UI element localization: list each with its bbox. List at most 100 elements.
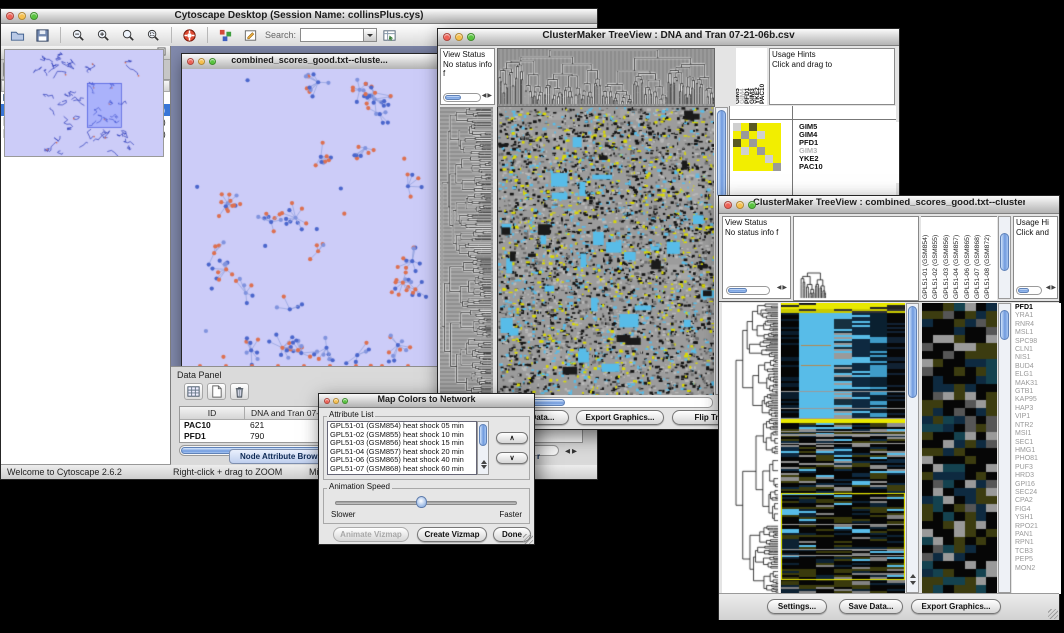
hscrollbar[interactable] [726, 286, 770, 295]
network-tree-area[interactable] [1, 140, 170, 465]
scrollbar-arrows[interactable]: ◀▶ [482, 92, 493, 102]
minimize-icon[interactable] [736, 201, 744, 209]
zoom-vscroll[interactable] [998, 303, 1011, 593]
close-icon[interactable] [187, 58, 194, 65]
delete-icon[interactable] [230, 383, 249, 400]
scrollbar-thumb[interactable] [908, 306, 917, 398]
edge-attribute-browser-tab-fragment[interactable]: r [537, 452, 540, 461]
gene-label: YRA1 [1015, 312, 1061, 320]
open-session-button[interactable] [5, 25, 30, 45]
zoom-window-icon[interactable] [748, 201, 756, 209]
minimize-icon[interactable] [18, 12, 26, 20]
create-vizmap-button[interactable]: Create Vizmap [417, 527, 487, 542]
column-label: GPL51-07 (GSM868) [973, 217, 983, 299]
scrollbar-arrows[interactable]: ◀▶ [777, 284, 788, 294]
treeview1-titlebar[interactable]: ClusterMaker TreeView : DNA and Tran 07-… [438, 29, 899, 46]
scrollbar-thumb[interactable] [1000, 310, 1009, 340]
attribute-list-item[interactable]: GPL51-07 (GSM868) heat shock 60 min [330, 465, 476, 474]
resize-grip[interactable] [1048, 609, 1058, 619]
gene-label: PHO81 [1015, 455, 1061, 463]
network-view-window-1[interactable]: combined_scores_good.txt--cluste... [181, 53, 438, 375]
speed-slider-thumb[interactable] [416, 496, 427, 508]
scrollbar-arrows[interactable]: ◀▶ [1046, 284, 1057, 294]
gene-label: NIS1 [1015, 354, 1061, 362]
heatmap[interactable] [781, 303, 905, 593]
view-status-title: View Status [725, 218, 788, 228]
zoom-heatmap[interactable] [922, 303, 997, 593]
list-vscrollbar[interactable] [477, 421, 489, 475]
help-lifebuoy-button[interactable] [177, 25, 202, 45]
heatmap[interactable] [497, 107, 714, 395]
close-icon[interactable] [324, 398, 330, 404]
attribute-listbox[interactable]: GPL51-01 (GSM854) heat shock 05 minGPL51… [327, 421, 477, 475]
vizmap-button[interactable] [213, 25, 238, 45]
hscrollbar[interactable] [443, 93, 481, 102]
top-vscrollbar[interactable] [998, 216, 1011, 299]
usage-hints-text: Click and drag to [772, 60, 892, 70]
table-icon[interactable] [184, 383, 203, 400]
matrix-cell [757, 131, 765, 139]
gene-label: YSH1 [1015, 514, 1061, 522]
close-icon[interactable] [6, 12, 14, 20]
dialog-content: Attribute List GPL51-01 (GSM854) heat sh… [319, 408, 534, 545]
minimize-icon[interactable] [198, 58, 205, 65]
zoom-window-icon[interactable] [209, 58, 216, 65]
gene-label: KAP95 [1015, 396, 1061, 404]
gene-label: CLN1 [1015, 346, 1061, 354]
matrix-cell [765, 155, 773, 163]
column-dendrogram[interactable] [497, 48, 715, 107]
export-graphics-button[interactable]: Export Graphics... [576, 410, 664, 425]
treeview2-titlebar[interactable]: ClusterMaker TreeView : combined_scores_… [719, 196, 1059, 214]
export-graphics-button[interactable]: Export Graphics... [911, 599, 1001, 614]
column-header-id[interactable]: ID [180, 407, 245, 419]
dialog-titlebar[interactable]: Map Colors to Network [319, 394, 534, 408]
treeview2-footer: Settings... Save Data... Export Graphics… [719, 593, 1059, 620]
network-overview-thumbnail[interactable] [4, 49, 164, 157]
scrollbar-thumb[interactable] [479, 424, 487, 446]
zoom-in-button[interactable] [91, 25, 116, 45]
settings-button[interactable]: Settings... [767, 599, 827, 614]
scrollbar-thumb[interactable] [717, 110, 726, 198]
zoom-out-button[interactable] [66, 25, 91, 45]
minimize-icon[interactable] [455, 33, 463, 41]
scroll-up-icon[interactable] [910, 571, 916, 578]
similarity-matrix[interactable] [733, 123, 781, 171]
matrix-cell [773, 131, 781, 139]
import-table-button[interactable] [377, 25, 402, 45]
annotation-button[interactable] [238, 25, 263, 45]
zoom-fit-button[interactable] [116, 25, 141, 45]
save-data-button[interactable]: Save Data... [839, 599, 903, 614]
matrix-cell [757, 163, 765, 171]
zoom-window-icon[interactable] [342, 398, 348, 404]
row-dendrogram[interactable] [722, 303, 780, 593]
row-dendrogram[interactable] [440, 107, 493, 395]
animate-vizmap-button[interactable]: Animate Vizmap [333, 527, 409, 542]
network-canvas[interactable] [182, 69, 437, 374]
zoom-selected-region-button[interactable] [141, 25, 166, 45]
cell-id: PFD1 [180, 431, 244, 442]
scroll-up-icon[interactable] [481, 457, 487, 464]
scroll-down-icon[interactable] [910, 581, 916, 588]
hscrollbar[interactable] [1016, 286, 1042, 295]
column-dendrogram[interactable] [793, 216, 919, 301]
netwin1-titlebar[interactable]: combined_scores_good.txt--cluste... [182, 54, 437, 70]
scrollbar-arrows[interactable]: ◀▶ [565, 447, 579, 455]
gene-label: GTB1 [1015, 388, 1061, 396]
gene-label: TCB3 [1015, 548, 1061, 556]
heatmap-vscrollbar[interactable] [906, 303, 919, 593]
search-input[interactable] [300, 28, 364, 42]
scrollbar-thumb[interactable] [1000, 233, 1009, 271]
new-document-icon[interactable] [207, 383, 226, 400]
resize-grip[interactable] [523, 534, 533, 544]
minimize-icon[interactable] [333, 398, 339, 404]
zoom-window-icon[interactable] [467, 33, 475, 41]
zoom-window-icon[interactable] [30, 12, 38, 20]
close-icon[interactable] [443, 33, 451, 41]
save-session-button[interactable] [30, 25, 55, 45]
main-titlebar[interactable]: Cytoscape Desktop (Session Name: collins… [1, 9, 597, 24]
close-icon[interactable] [724, 201, 732, 209]
search-dropdown-button[interactable] [364, 28, 377, 42]
move-up-button[interactable]: ∧ [496, 432, 528, 444]
move-down-button[interactable]: ∨ [496, 452, 528, 464]
scroll-down-icon[interactable] [481, 465, 487, 472]
